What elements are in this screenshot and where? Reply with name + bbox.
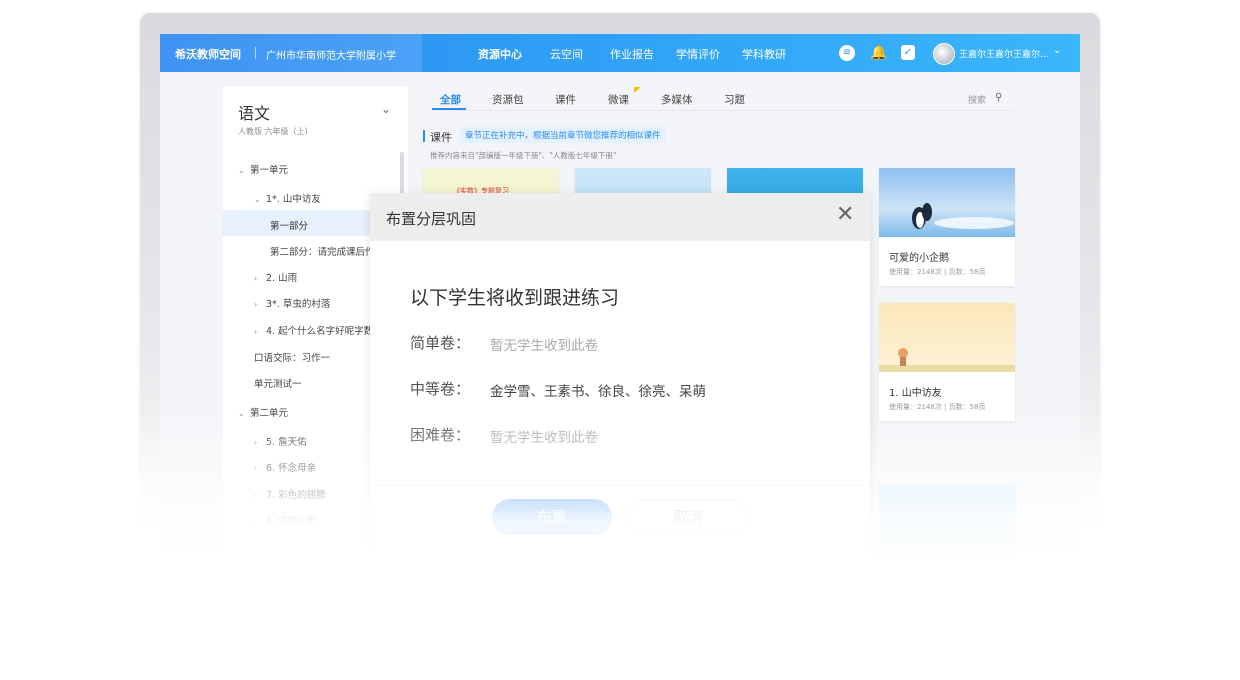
menu-circle-icon[interactable]: ≡ [839,45,855,61]
clipboard-check-icon[interactable]: ✓ [901,45,915,60]
tree-item-unit-test[interactable]: 单元测试一 [254,376,302,390]
nav-learning-evaluation[interactable]: 学情评价 [676,46,720,62]
chevron-right-icon: › [254,327,258,336]
penguin-illustration [912,203,1014,229]
tree-item-unit-2[interactable]: ⌄ 第二单元 [238,405,288,419]
assign-layered-dialog: 布置分层巩固 ✕ 以下学生将收到跟进练习 简单卷： 暂无学生收到此卷 中等卷： … [370,193,870,563]
resource-card[interactable] [879,484,1015,554]
level-medium-label: 中等卷： [410,380,471,398]
hiker-illustration [879,348,1015,372]
assign-button[interactable]: 布置 [492,499,612,535]
tree-item-lesson-6[interactable]: › 6. 怀念母亲 [254,460,316,474]
nav-homework-report[interactable]: 作业报告 [610,46,654,62]
chevron-right-icon: › [254,491,258,500]
school-name: 广州市华南师范大学附属小学 [266,51,396,62]
brand-area: 希沃教师空间 广州市华南师范大学附属小学 [160,34,422,72]
search-icon[interactable]: ⚲ [995,92,1002,103]
resource-card[interactable]: 可爱的小企鹅 使用量：2148次 | 页数：58页 [879,168,1015,286]
tab-multimedia[interactable]: 多媒体 [661,92,693,107]
tree-item-lesson-5[interactable]: › 5. 詹天佑 [254,434,307,448]
cancel-button[interactable]: 取消 [628,499,748,535]
resource-card[interactable]: 1. 山中访友 使用量：2148次 | 页数：58页 [879,303,1015,421]
chevron-down-icon[interactable]: ⌄ [381,102,391,116]
chevron-right-icon: › [254,300,258,309]
chevron-down-icon: ⌄ [238,409,245,418]
card-thumbnail [879,303,1015,372]
dialog-title: 布置分层巩固 [386,210,477,228]
avatar[interactable] [933,43,955,65]
nav-cloud-space[interactable]: 云空间 [550,46,583,62]
search-input[interactable]: 搜索 [968,93,986,106]
tree-item-lesson-2[interactable]: › 2. 山雨 [254,270,297,284]
tree-item-lesson-8[interactable]: › 8. 中华少年 [254,513,316,527]
tab-all[interactable]: 全部 [440,92,461,107]
level-hard-label: 困难卷： [410,426,471,444]
chevron-right-icon: › [254,274,258,283]
level-medium-value: 金学雪、王素书、徐良、徐亮、呆萌 [490,384,706,400]
section-title: 课件 [430,131,452,144]
new-flag-icon [634,87,641,93]
dialog-header: 布置分层巩固 ✕ [370,193,870,241]
tab-divider [432,110,1014,111]
tree-item-lesson-1[interactable]: ⌄ 1*. 山中访友 [254,191,321,205]
tree-item-lesson-3[interactable]: › 3*. 草虫的村落 [254,296,330,310]
chevron-down-icon: ⌄ [254,195,261,204]
nav-resource-center[interactable]: 资源中心 [478,46,522,62]
subject-title[interactable]: 语文 [238,100,270,124]
section-source-note: 推荐内容来自"部编版一年级下册"、"人教版七年级下册" [430,151,617,160]
bell-icon[interactable]: 🔔 [870,45,887,61]
chevron-down-icon: ⌄ [238,166,245,175]
tab-resource-pack[interactable]: 资源包 [492,92,524,107]
tree-item-lesson-7[interactable]: › 7. 彩色的翅膀 [254,487,326,501]
user-name[interactable]: 王嘉尔王嘉尔王嘉尔... [959,47,1049,60]
section-marker [423,130,425,142]
level-hard-value: 暂无学生收到此卷 [490,430,598,446]
nav-subject-research[interactable]: 学科教研 [742,46,786,62]
tab-micro-lesson[interactable]: 微课 [608,92,629,107]
textbook-edition: 人教版 六年级（上） [238,127,313,136]
card-title: 1. 山中访友 [889,388,942,399]
tree-item-unit-1[interactable]: ⌄ 第一单元 [238,162,288,176]
card-meta: 使用量：2148次 | 页数：58页 [889,268,986,276]
tree-item-oral-communication[interactable]: 口语交际：习作一 [254,350,330,364]
section-note-badge: 章节正在补充中，根据当前章节微您推荐的相似课件 [460,127,666,143]
top-nav-bar: 希沃教师空间 广州市华南师范大学附属小学 资源中心 云空间 作业报告 学情评价 … [160,34,1080,72]
card-meta: 使用量：2148次 | 页数：58页 [889,403,986,411]
chevron-right-icon: › [254,438,258,447]
level-easy-label: 简单卷： [410,334,471,352]
chevron-right-icon: › [254,464,258,473]
tree-item-part-2[interactable]: 第二部分：请完成课后作业 [270,244,384,258]
brand-divider [255,47,256,59]
card-thumbnail [879,168,1015,237]
chevron-right-icon: › [254,517,258,526]
dialog-footer-divider [370,485,870,486]
tree-item-part-1[interactable]: 第一部分 [270,218,308,232]
dialog-heading: 以下学生将收到跟进练习 [410,287,620,309]
tab-exercises[interactable]: 习题 [724,92,745,107]
tab-courseware[interactable]: 课件 [555,92,576,107]
close-icon[interactable]: ✕ [836,204,854,226]
card-title: 可爱的小企鹅 [889,253,949,264]
chevron-down-icon[interactable]: ⌄ [1053,45,1061,56]
level-easy-value: 暂无学生收到此卷 [490,338,598,354]
card-thumbnail [879,484,1015,553]
tree-item-lesson-4[interactable]: › 4. 起个什么名字好呢字数 [254,323,373,337]
brand-name[interactable]: 希沃教师空间 [175,46,241,62]
